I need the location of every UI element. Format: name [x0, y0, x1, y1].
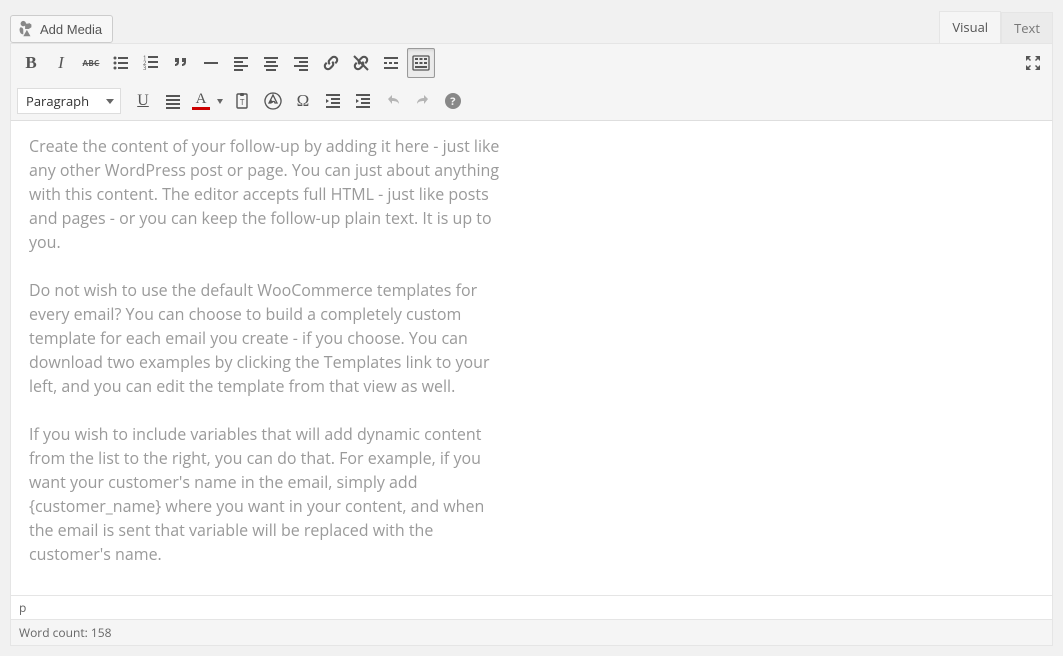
fullscreen-button[interactable]: [1018, 48, 1048, 78]
help-button[interactable]: ?: [439, 86, 467, 116]
svg-text:?: ?: [450, 94, 455, 109]
editor-paragraph: Do not wish to use the default WooCommer…: [29, 278, 509, 398]
strikethrough-button[interactable]: ABC: [77, 48, 105, 78]
word-count: Word count: 158: [10, 620, 1053, 646]
outdent-button[interactable]: [319, 86, 347, 116]
insert-link-button[interactable]: [317, 48, 345, 78]
insert-more-button[interactable]: [377, 48, 405, 78]
text-color-swatch: [192, 107, 210, 110]
blockquote-button[interactable]: [167, 48, 195, 78]
indent-button[interactable]: [349, 86, 377, 116]
bulleted-list-button[interactable]: [107, 48, 135, 78]
chevron-down-icon: [106, 99, 114, 104]
text-color-button[interactable]: A: [189, 86, 227, 116]
element-path[interactable]: p: [10, 595, 1053, 620]
horizontal-rule-button[interactable]: [197, 48, 225, 78]
clear-formatting-button[interactable]: [259, 86, 287, 116]
text-color-dropdown[interactable]: [213, 88, 227, 114]
svg-text:T: T: [240, 97, 245, 108]
editor-paragraph: Create the content of your follow-up by …: [29, 134, 509, 254]
align-center-button[interactable]: [257, 48, 285, 78]
remove-link-button[interactable]: [347, 48, 375, 78]
underline-button[interactable]: U: [129, 86, 157, 116]
editor-content-area[interactable]: Create the content of your follow-up by …: [10, 121, 1053, 596]
format-select-label: Paragraph: [26, 92, 89, 110]
media-icon: [17, 20, 35, 38]
align-right-button[interactable]: [287, 48, 315, 78]
add-media-button[interactable]: Add Media: [10, 15, 113, 43]
format-select[interactable]: Paragraph: [17, 88, 121, 114]
align-left-button[interactable]: [227, 48, 255, 78]
redo-button[interactable]: [409, 86, 437, 116]
add-media-label: Add Media: [40, 22, 102, 37]
bold-button[interactable]: B: [17, 48, 45, 78]
editor-tabs: Visual Text: [939, 10, 1053, 43]
editor-toolbar: B I ABC 123: [10, 43, 1053, 121]
italic-button[interactable]: I: [47, 48, 75, 78]
numbered-list-button[interactable]: 123: [137, 48, 165, 78]
editor-paragraph: If you wish to include variables that wi…: [29, 422, 509, 566]
special-character-button[interactable]: Ω: [289, 86, 317, 116]
toolbar-toggle-button[interactable]: [407, 48, 435, 78]
undo-button[interactable]: [379, 86, 407, 116]
tab-visual[interactable]: Visual: [939, 11, 1001, 44]
tab-text[interactable]: Text: [1001, 12, 1053, 44]
align-justify-button[interactable]: [159, 86, 187, 116]
paste-as-text-button[interactable]: T: [229, 86, 257, 116]
svg-text:3: 3: [143, 64, 147, 72]
